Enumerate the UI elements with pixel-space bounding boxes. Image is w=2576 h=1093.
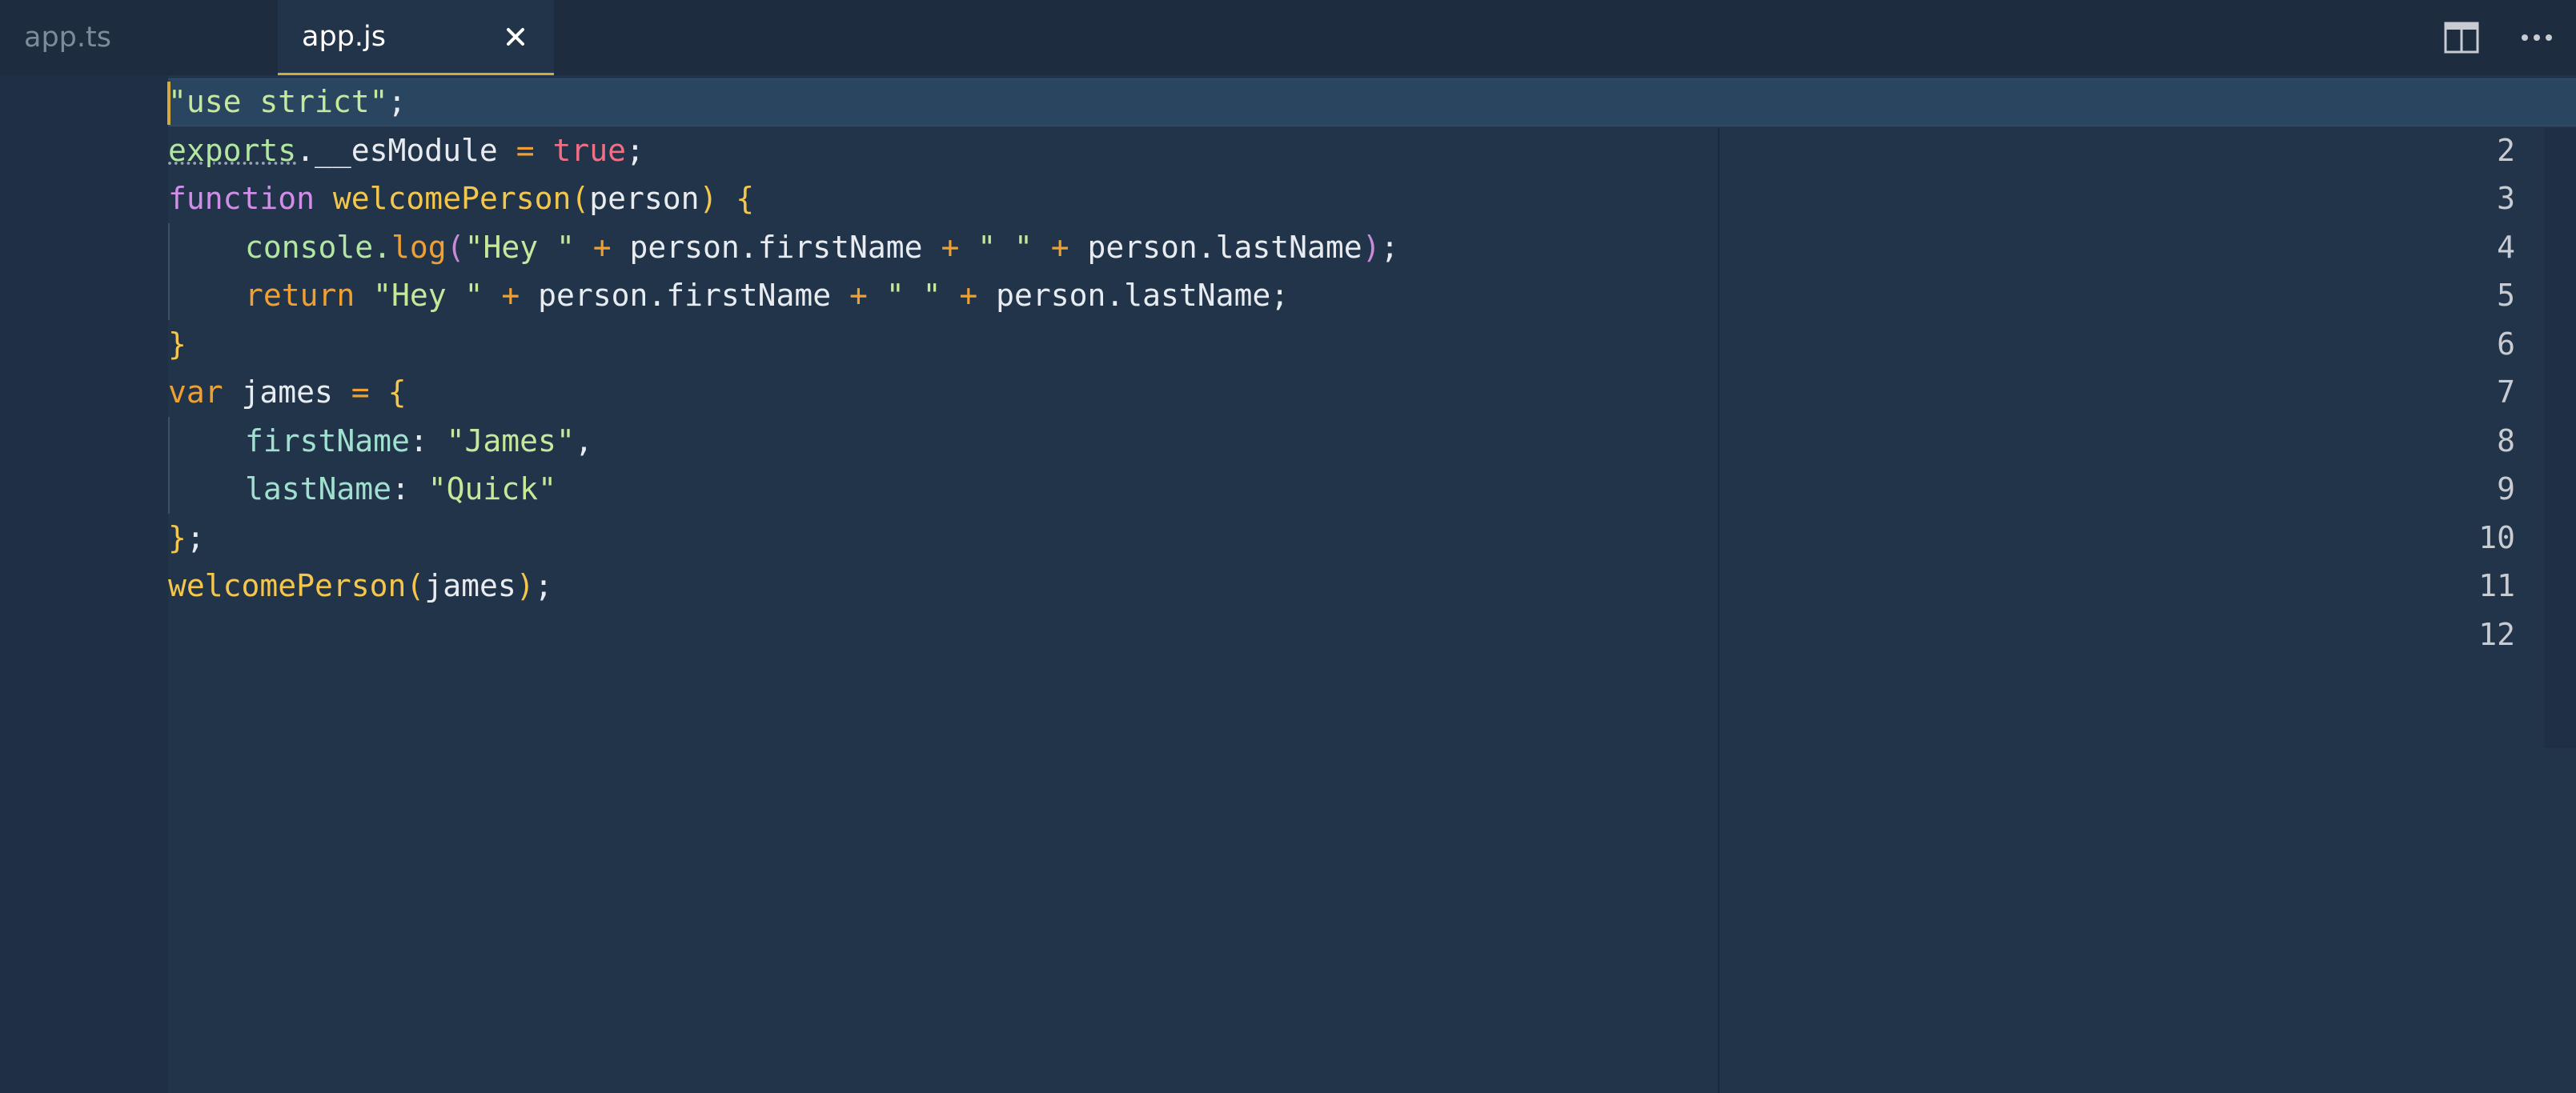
token: ; [534, 568, 553, 603]
text-cursor [167, 82, 171, 125]
token: .__esModule [296, 132, 516, 168]
code-line-10: }; [168, 514, 205, 563]
code-line-9: lastName: "Quick" [168, 465, 556, 514]
token: person.lastName; [977, 278, 1290, 313]
token: person.firstName [611, 229, 941, 265]
code-line-7: var james = { [168, 368, 406, 417]
token: { [736, 181, 755, 216]
token: exports [168, 132, 297, 168]
vertical-scrollbar[interactable] [2544, 128, 2576, 748]
token: welcomePerson [168, 568, 407, 603]
token: " " [885, 278, 941, 313]
more-actions-icon[interactable] [2518, 21, 2555, 54]
code-line-4: console.log("Hey " + person.firstName + … [168, 223, 1398, 272]
token: "Quick" [427, 471, 556, 506]
token: " " [977, 229, 1033, 265]
code-line-1: "use strict"; [168, 78, 406, 126]
token: = [351, 374, 370, 410]
token: } [168, 519, 187, 555]
token: var [168, 374, 223, 410]
line-number-gutter [0, 75, 168, 1093]
token: "Hey " [373, 278, 484, 313]
token: "James" [446, 422, 575, 458]
token: ( [446, 229, 465, 265]
tab-bar: app.ts app.js [0, 0, 2576, 75]
token: : [409, 422, 447, 458]
token: james [424, 568, 516, 603]
token: person.lastName [1069, 229, 1362, 265]
token: true [552, 132, 626, 168]
code-line-3: function welcomePerson(person) { [168, 174, 754, 223]
token: firstName [245, 422, 410, 458]
code-line-11: welcomePerson(james); [168, 562, 552, 611]
token: "use strict" [168, 84, 388, 119]
code-line-6: } [168, 320, 187, 369]
token: ; [387, 84, 407, 119]
token: + [941, 229, 960, 265]
token: + [849, 278, 868, 313]
token: ) [516, 568, 535, 603]
token: person [589, 181, 700, 216]
token: , [574, 422, 593, 458]
token: ( [571, 181, 590, 216]
column-ruler [1718, 128, 1719, 1093]
token: + [592, 229, 612, 265]
code-line-8: firstName: "James", [168, 417, 593, 466]
token: lastName [245, 471, 392, 506]
token: + [1050, 229, 1069, 265]
token: ; [186, 519, 205, 555]
token: return [245, 278, 355, 313]
tab-app-ts[interactable]: app.ts [0, 0, 276, 75]
token: function [168, 181, 315, 216]
token: } [168, 326, 187, 362]
token: log [391, 229, 447, 265]
token: : [391, 471, 428, 506]
close-icon[interactable] [500, 21, 532, 53]
token: ( [406, 568, 425, 603]
token: = [516, 132, 535, 168]
token: ; [1380, 229, 1399, 265]
token: james [223, 374, 351, 410]
token: + [501, 278, 520, 313]
tab-app-js[interactable]: app.js [278, 0, 554, 75]
token: ; [626, 132, 644, 168]
token: console. [245, 229, 392, 265]
split-editor-icon[interactable] [2443, 21, 2480, 54]
token: person.firstName [520, 278, 850, 313]
tab-label: app.js [302, 20, 386, 53]
token: { [387, 374, 407, 410]
token: ) [699, 181, 718, 216]
current-line-highlight [168, 78, 2576, 126]
tab-label: app.ts [24, 22, 111, 54]
token: welcomePerson [332, 181, 572, 216]
token: + [959, 278, 978, 313]
token: "Hey " [464, 229, 575, 265]
code-line-5: return "Hey " + person.firstName + " " +… [168, 271, 1289, 320]
token: ) [1362, 229, 1381, 265]
code-line-2: exports.__esModule = true; [168, 126, 644, 175]
